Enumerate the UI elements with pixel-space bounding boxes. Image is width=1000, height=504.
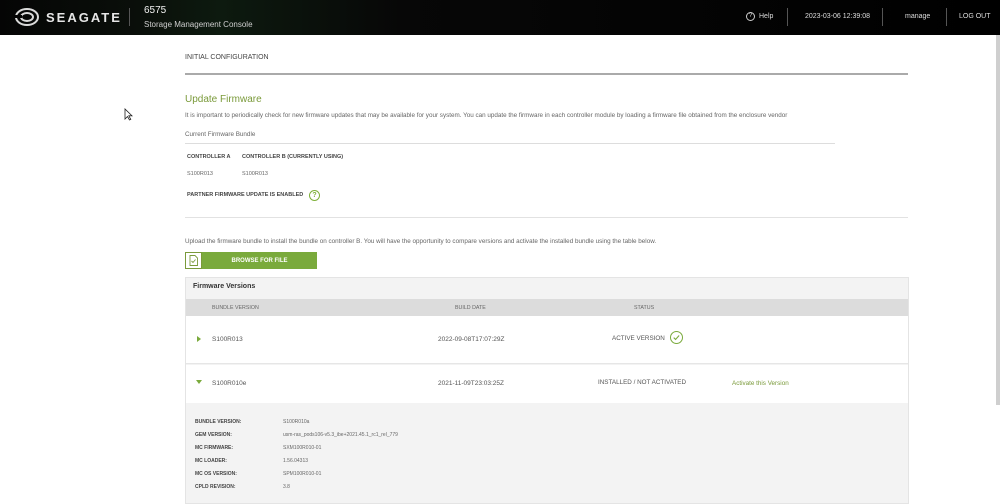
detail-value: SXM100R010-01: [283, 445, 322, 451]
header-divider: [129, 8, 130, 26]
system-datetime: 2023-03-06 12:39:08: [805, 13, 870, 20]
seagate-logo[interactable]: SEAGATE: [14, 7, 122, 27]
table-row[interactable]: [186, 365, 908, 403]
collapse-arrow-icon[interactable]: [196, 380, 202, 384]
top-bar: SEAGATE 6575 Storage Management Console …: [0, 0, 1000, 35]
system-name: Storage Management Console: [144, 20, 253, 29]
active-check-icon: [670, 331, 683, 344]
firmware-versions-title: Firmware Versions: [193, 283, 256, 290]
header-divider: [787, 8, 788, 26]
browse-button-label: BROWSE FOR FILE: [202, 252, 317, 269]
status-text: ACTIVE VERSION: [612, 335, 665, 342]
detail-value: S100R010a: [283, 419, 310, 425]
column-header-build-date[interactable]: BUILD DATE: [455, 305, 486, 311]
detail-label: GEM VERSION:: [195, 432, 232, 438]
status-text: INSTALLED / NOT ACTIVATED: [598, 379, 687, 386]
divider: [185, 143, 835, 144]
detail-value: 1.56.04313: [283, 458, 309, 464]
header-divider: [946, 8, 947, 26]
partner-update-label: PARTNER FIRMWARE UPDATE IS ENABLED: [187, 192, 304, 198]
detail-value: 3.8: [283, 484, 290, 490]
current-bundle-label: Current Firmware Bundle: [185, 131, 256, 138]
mouse-cursor-icon: [124, 108, 133, 121]
help-icon: ?: [746, 12, 755, 21]
bundle-version: S100R013: [212, 336, 243, 343]
table-row[interactable]: [186, 316, 908, 364]
detail-label: MC OS VERSION:: [195, 471, 237, 477]
divider: [185, 217, 908, 218]
page-description: It is important to periodically check fo…: [185, 112, 788, 119]
controller-b-version: S100R013: [242, 171, 268, 177]
logout-button[interactable]: LOG OUT: [959, 13, 991, 20]
section-divider: [185, 73, 908, 75]
detail-value: SPM100R010-01: [283, 471, 322, 477]
table-header: [186, 299, 908, 316]
header-divider: [882, 8, 883, 26]
help-label: Help: [759, 13, 774, 20]
column-header-bundle-version[interactable]: BUNDLE VERSION: [212, 305, 259, 311]
section-title: INITIAL CONFIGURATION: [185, 54, 269, 61]
user-menu[interactable]: manage: [905, 13, 930, 20]
question-help-icon[interactable]: ?: [309, 190, 320, 201]
expand-arrow-icon[interactable]: [197, 336, 201, 342]
page-heading: Update Firmware: [185, 94, 262, 105]
help-link[interactable]: ? Help: [746, 12, 773, 21]
controller-b-label: CONTROLLER B (CURRENTLY USING): [242, 154, 344, 160]
bundle-version: S100R010e: [212, 380, 247, 387]
upload-instructions: Upload the firmware bundle to install th…: [185, 238, 657, 245]
build-date: 2022-09-08T17:07:29Z: [438, 336, 505, 343]
seagate-swirl-icon: [14, 7, 40, 27]
activate-version-link[interactable]: Activate this Version: [732, 380, 789, 387]
detail-label: MC FIRMWARE:: [195, 445, 234, 451]
system-number: 6575: [144, 5, 167, 16]
build-date: 2021-11-09T23:03:25Z: [438, 380, 505, 387]
detail-label: MC LOADER:: [195, 458, 227, 464]
detail-label: CPLD REVISION:: [195, 484, 236, 490]
brand-name: SEAGATE: [46, 9, 122, 25]
column-header-status[interactable]: STATUS: [634, 305, 654, 311]
file-icon: [185, 252, 202, 269]
detail-label: BUNDLE VERSION:: [195, 419, 242, 425]
browse-for-file-button[interactable]: BROWSE FOR FILE: [185, 252, 317, 269]
controller-a-version: S100R013: [187, 171, 213, 177]
controller-a-label: CONTROLLER A: [187, 154, 231, 160]
page-scrollbar-thumb[interactable]: [996, 35, 1000, 405]
detail-value: usm-ras_pods106-v5.3_ibe+2021.45.1_rc1_r…: [283, 432, 398, 438]
